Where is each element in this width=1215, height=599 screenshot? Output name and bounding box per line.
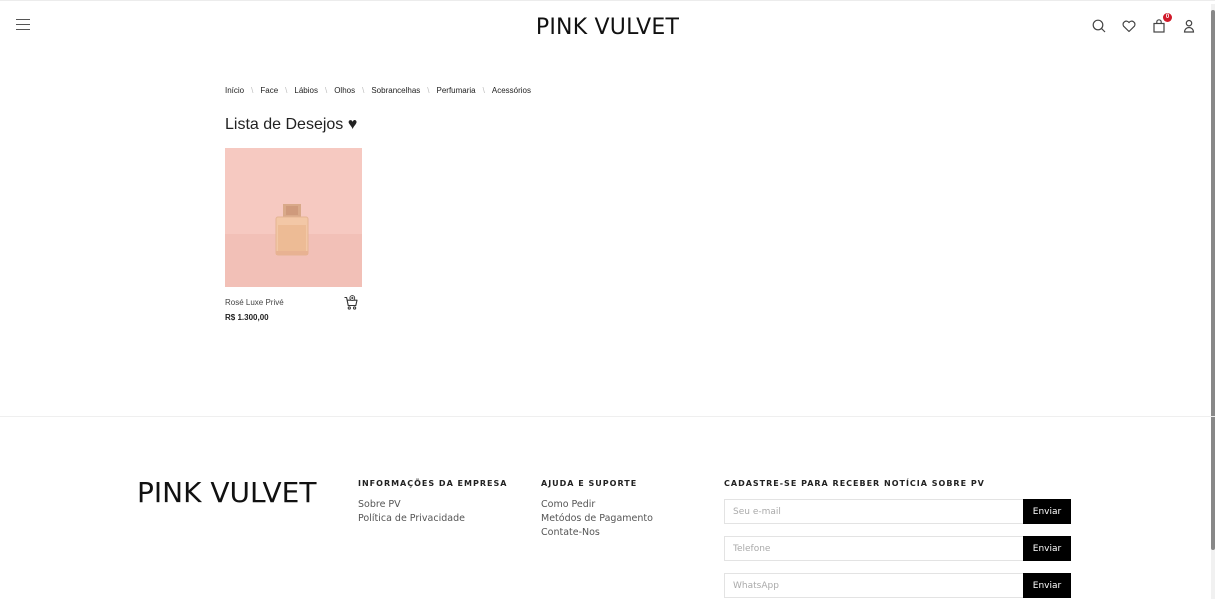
breadcrumb-separator: \ <box>362 86 365 95</box>
search-icon[interactable] <box>1089 16 1109 36</box>
footer-link-como-pedir[interactable]: Como Pedir <box>541 498 653 512</box>
page-title: Lista de Desejos ♥ <box>225 116 358 133</box>
breadcrumb-acessorios[interactable]: Acessórios <box>492 86 531 95</box>
breadcrumb-separator: \ <box>482 86 485 95</box>
breadcrumb-separator: \ <box>427 86 430 95</box>
footer-brand-logo[interactable]: PINK VULVET <box>137 476 316 509</box>
wishlist-product-card: Rosé Luxe Privé R$ 1.300,00 <box>225 148 362 322</box>
footer-help-heading: AJUDA E SUPORTE <box>541 479 638 488</box>
footer-help-section: AJUDA E SUPORTE Como Pedir Metódos de Pa… <box>541 479 653 540</box>
breadcrumb-sobrancelhas[interactable]: Sobrancelhas <box>371 86 420 95</box>
newsletter-email-submit-button[interactable]: Enviar <box>1023 499 1071 524</box>
footer-link-contato[interactable]: Contate-Nos <box>541 526 653 540</box>
product-name[interactable]: Rosé Luxe Privé <box>225 298 284 307</box>
header-actions: 0 <box>1089 13 1199 39</box>
site-footer: PINK VULVET INFORMAÇÕES DA EMPRESA Sobre… <box>0 416 1215 599</box>
footer-link-pagamento[interactable]: Metódos de Pagamento <box>541 512 653 526</box>
newsletter-phone-row: Enviar <box>724 536 1071 561</box>
heart-icon[interactable] <box>1119 16 1139 36</box>
breadcrumb-face[interactable]: Face <box>260 86 278 95</box>
breadcrumb-inicio[interactable]: Início <box>225 86 244 95</box>
footer-link-sobre[interactable]: Sobre PV <box>358 498 507 512</box>
product-image[interactable] <box>225 148 362 287</box>
shopping-bag-icon[interactable]: 0 <box>1149 13 1172 36</box>
breadcrumb-olhos[interactable]: Olhos <box>334 86 355 95</box>
newsletter-whatsapp-row: Enviar <box>724 573 1071 598</box>
newsletter-whatsapp-input[interactable] <box>724 573 1023 598</box>
footer-link-privacidade[interactable]: Política de Privacidade <box>358 512 507 526</box>
newsletter-email-input[interactable] <box>724 499 1023 524</box>
breadcrumb-separator: \ <box>285 86 288 95</box>
footer-newsletter-section: CADASTRE-SE PARA RECEBER NOTÍCIA SOBRE P… <box>724 479 985 498</box>
user-icon[interactable] <box>1179 16 1199 36</box>
product-price: R$ 1.300,00 <box>225 313 269 322</box>
newsletter-whatsapp-submit-button[interactable]: Enviar <box>1023 573 1071 598</box>
breadcrumb-labios[interactable]: Lábios <box>294 86 318 95</box>
add-to-cart-icon[interactable] <box>343 295 359 311</box>
footer-newsletter-heading: CADASTRE-SE PARA RECEBER NOTÍCIA SOBRE P… <box>724 479 985 488</box>
breadcrumb-perfumaria[interactable]: Perfumaria <box>437 86 476 95</box>
footer-company-section: INFORMAÇÕES DA EMPRESA Sobre PV Política… <box>358 479 507 526</box>
header-brand-logo[interactable]: PINK VULVET <box>0 15 1215 40</box>
newsletter-phone-input[interactable] <box>724 536 1023 561</box>
newsletter-phone-submit-button[interactable]: Enviar <box>1023 536 1071 561</box>
breadcrumb-separator: \ <box>251 86 254 95</box>
footer-company-heading: INFORMAÇÕES DA EMPRESA <box>358 479 508 488</box>
breadcrumb-separator: \ <box>324 86 328 95</box>
category-breadcrumb: Início \ Face \ Lábios \ Olhos \ Sobrancelha… <box>225 86 531 95</box>
cart-count-badge: 0 <box>1163 13 1172 22</box>
top-header: PINK VULVET 0 <box>0 0 1215 50</box>
newsletter-email-row: Enviar <box>724 499 1071 524</box>
